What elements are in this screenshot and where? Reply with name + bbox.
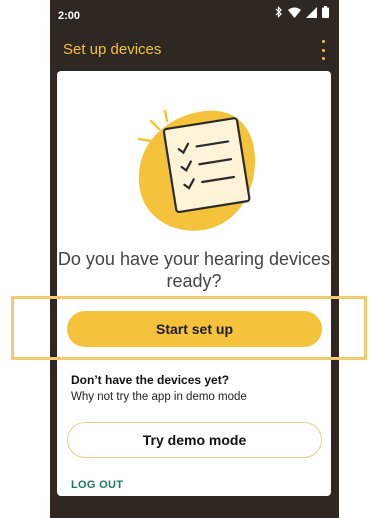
- no-devices-heading: Don’t have the devices yet?: [71, 373, 230, 387]
- battery-icon: [322, 6, 329, 18]
- overflow-menu-icon[interactable]: [317, 40, 329, 60]
- logout-link[interactable]: LOG OUT: [71, 479, 123, 491]
- status-icons: [275, 6, 329, 18]
- bluetooth-icon: [275, 6, 282, 18]
- phone-screen: 2:00 Set up devices Do you have your hea…: [50, 0, 339, 518]
- no-devices-subtext: Why not try the app in demo mode: [71, 391, 247, 403]
- app-bar: Set up devices: [50, 30, 339, 70]
- try-demo-mode-button[interactable]: Try demo mode: [67, 422, 322, 458]
- signal-icon: [306, 6, 317, 18]
- start-setup-button[interactable]: Start set up: [67, 311, 322, 347]
- checklist-illustration: [137, 109, 255, 231]
- setup-card: Do you have your hearing devices ready? …: [57, 71, 331, 496]
- setup-question: Do you have your hearing devices ready?: [57, 249, 331, 291]
- status-time: 2:00: [58, 10, 81, 22]
- app-title: Set up devices: [63, 41, 162, 58]
- status-bar: 2:00: [50, 0, 339, 30]
- wifi-icon: [288, 7, 301, 18]
